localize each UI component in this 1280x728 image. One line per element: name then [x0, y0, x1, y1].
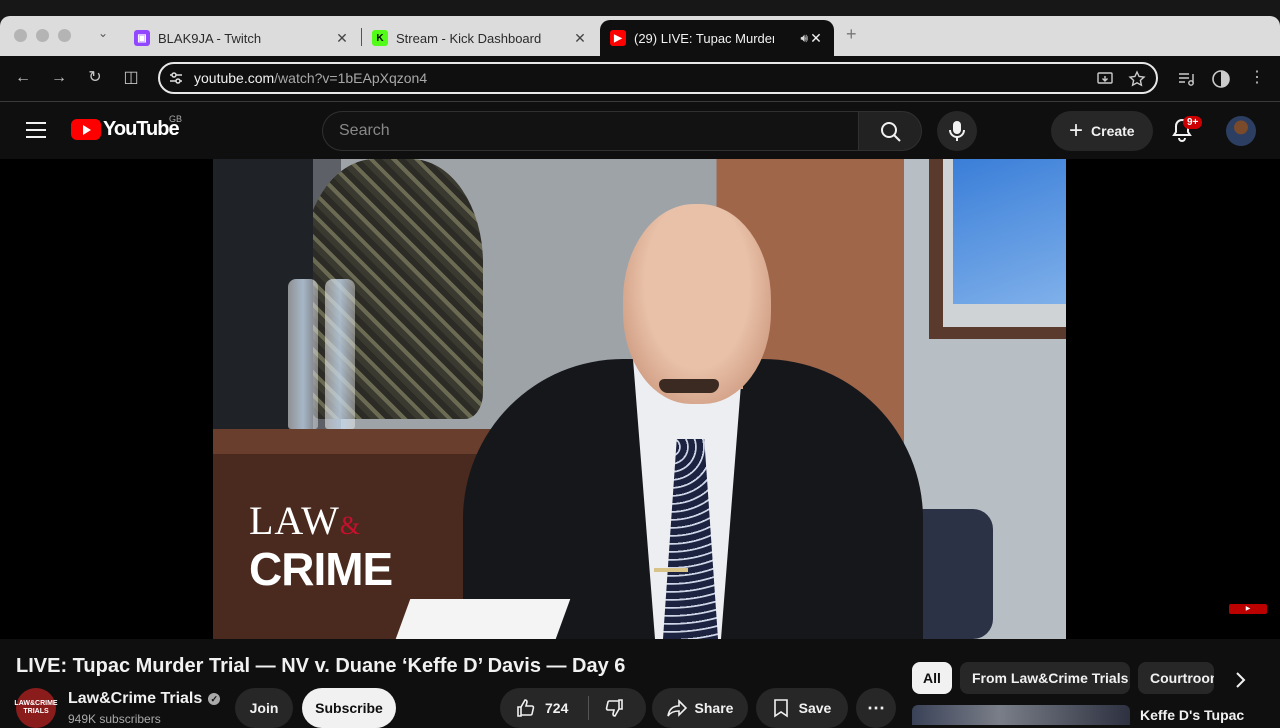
address-bar[interactable]: youtube.com/watch?v=1bEApXqzon4 — [158, 62, 1158, 94]
url-path: /watch?v=1bEApXqzon4 — [274, 70, 428, 86]
subscribe-watermark-icon[interactable]: ▶ — [1229, 604, 1267, 614]
notification-badge: 9+ — [1183, 116, 1203, 129]
browser-toolbar: ← → ↻ ◫ youtube.com/watch?v=1bEApXqzon4 … — [0, 56, 1280, 102]
tab-twitch[interactable]: ▣ BLAK9JA - Twitch ✕ — [134, 20, 350, 56]
channel-name-row[interactable]: Law&Crime Trials ✓ — [68, 690, 221, 708]
video-water-bottle — [288, 279, 318, 429]
chevron-right-icon[interactable] — [1226, 666, 1254, 694]
subscribe-button[interactable]: Subscribe — [302, 688, 396, 728]
share-label: Share — [694, 700, 734, 716]
join-label: Join — [249, 700, 279, 716]
tab-title: BLAK9JA - Twitch — [158, 30, 262, 46]
plus-icon: + — [1069, 117, 1084, 144]
browser-menu-icon[interactable]: ⋮ — [1247, 68, 1267, 88]
like-thumb-up-icon[interactable] — [516, 698, 536, 718]
chip-label: From Law&Crime Trials — [972, 670, 1129, 686]
tab-separator — [361, 28, 362, 46]
youtube-play-icon — [71, 119, 101, 140]
search-input[interactable] — [323, 112, 858, 150]
more-horizontal-icon: ⋯ — [867, 697, 885, 718]
video-person-head — [623, 204, 771, 404]
new-tab-button[interactable]: + — [846, 24, 857, 45]
url-text: youtube.com/watch?v=1bEApXqzon4 — [194, 70, 427, 86]
share-arrow-icon — [666, 699, 687, 717]
share-button[interactable]: Share — [652, 688, 748, 728]
like-divider — [588, 696, 589, 720]
back-arrow-icon[interactable]: ← — [13, 68, 33, 88]
split-view-icon[interactable]: ◫ — [121, 68, 141, 88]
dislike-thumb-down-icon[interactable] — [604, 698, 624, 718]
video-water-bottle — [325, 279, 355, 429]
site-settings-icon[interactable] — [168, 70, 184, 86]
create-label: Create — [1091, 123, 1135, 139]
verified-check-icon: ✓ — [208, 693, 221, 705]
video-player[interactable]: LAW& CRIME ▶ — [0, 159, 1280, 639]
profile-icon[interactable] — [1211, 69, 1231, 89]
guide-menu-icon[interactable] — [26, 122, 46, 138]
recommended-video-title[interactable]: Keffe D's Tupac — [1140, 707, 1244, 723]
account-avatar[interactable] — [1226, 116, 1256, 146]
watermark-ampersand: & — [339, 511, 362, 540]
forward-arrow-icon[interactable]: → — [49, 68, 69, 88]
reload-icon[interactable]: ↻ — [85, 68, 105, 88]
more-actions-button[interactable]: ⋯ — [856, 688, 896, 728]
like-dislike-group: 724 — [500, 688, 646, 728]
tab-title: Stream - Kick Dashboard — [396, 30, 542, 46]
video-person-mustache — [659, 379, 719, 393]
search-button[interactable] — [858, 111, 922, 151]
chip-label: Courtroom — [1150, 670, 1214, 686]
bookmark-star-icon[interactable] — [1128, 70, 1146, 88]
save-button[interactable]: Save — [756, 688, 848, 728]
join-button[interactable]: Join — [235, 688, 293, 728]
video-paper — [395, 599, 571, 639]
tab-kick-dashboard[interactable]: K Stream - Kick Dashboard ✕ — [372, 20, 588, 56]
microphone-icon — [949, 121, 965, 141]
chip-from-channel[interactable]: From Law&Crime Trials — [960, 662, 1130, 694]
country-code: GB — [169, 114, 183, 124]
channel-name[interactable]: Law&Crime Trials — [68, 690, 202, 708]
tab-youtube-active[interactable]: ▶ (29) LIVE: Tupac Murder T 🔊︎ ✕ — [600, 20, 834, 56]
watermark-crime: CRIME — [249, 543, 393, 595]
browser-tab-strip: ⌄ ▣ BLAK9JA - Twitch ✕ K Stream - Kick D… — [0, 0, 1280, 56]
search-input-container — [322, 111, 858, 151]
close-tab-icon[interactable]: ✕ — [572, 30, 588, 47]
speaker-icon[interactable]: 🔊︎ — [800, 31, 808, 46]
video-picture-art — [953, 159, 1066, 304]
bookmark-save-icon — [773, 699, 788, 718]
video-tie-clip — [654, 568, 688, 572]
subscribe-label: Subscribe — [315, 700, 383, 716]
media-controls-icon[interactable] — [1176, 69, 1196, 89]
kick-icon: K — [372, 30, 388, 46]
install-app-icon[interactable] — [1096, 70, 1114, 88]
youtube-icon: ▶ — [610, 30, 626, 46]
twitch-icon: ▣ — [134, 30, 150, 46]
search-icon — [881, 122, 901, 142]
chip-label: All — [923, 670, 941, 686]
maximize-window-button[interactable] — [58, 29, 71, 42]
close-tab-icon[interactable]: ✕ — [334, 30, 350, 47]
close-window-button[interactable] — [14, 29, 27, 42]
tab-title: (29) LIVE: Tupac Murder T — [634, 30, 774, 46]
video-title: LIVE: Tupac Murder Trial — NV v. Duane ‘… — [16, 655, 626, 677]
minimize-window-button[interactable] — [36, 29, 49, 42]
create-button[interactable]: + Create — [1051, 111, 1153, 151]
url-host: youtube.com — [194, 70, 275, 86]
youtube-masthead: YouTube GB + Create 9+ — [0, 102, 1280, 159]
channel-avatar[interactable]: LAW&CRIME TRIALS — [14, 688, 58, 728]
like-count: 724 — [545, 700, 569, 716]
tab-bar: ⌄ ▣ BLAK9JA - Twitch ✕ K Stream - Kick D… — [0, 16, 1280, 56]
voice-search-button[interactable] — [937, 111, 977, 151]
video-frame[interactable]: LAW& CRIME — [213, 159, 1066, 639]
save-label: Save — [798, 700, 832, 716]
chip-courtroom[interactable]: Courtroom — [1138, 662, 1214, 694]
law-and-crime-watermark: LAW& CRIME — [249, 498, 393, 595]
watermark-law: LAW — [249, 498, 340, 543]
recommended-video-thumbnail[interactable] — [912, 705, 1130, 725]
youtube-logo[interactable]: YouTube GB — [71, 114, 182, 141]
close-tab-icon[interactable]: ✕ — [808, 30, 824, 47]
chip-all[interactable]: All — [912, 662, 952, 694]
logo-wordmark: YouTube — [103, 118, 180, 140]
tab-search-chevron-icon[interactable]: ⌄ — [98, 26, 108, 40]
subscriber-count: 949K subscribers — [68, 712, 161, 726]
